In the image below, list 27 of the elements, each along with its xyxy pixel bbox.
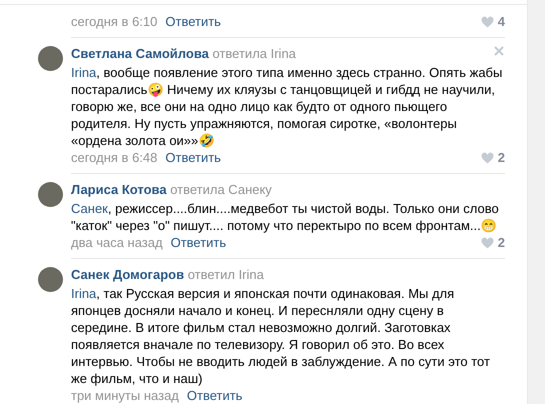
avatar-photo[interactable]	[38, 267, 63, 292]
heart-icon[interactable]	[480, 152, 494, 164]
reply-note: ответила Irina	[212, 46, 296, 61]
reply-link[interactable]: Ответить	[186, 387, 242, 404]
heart-icon[interactable]	[480, 237, 494, 249]
heart-icon[interactable]	[480, 16, 494, 28]
author-name[interactable]: Лариса Котова	[71, 182, 167, 197]
scrollbar[interactable]	[527, 0, 545, 404]
like-count: 4	[498, 13, 505, 31]
comment-text: Санек, режиссер....блин....медвебот ты чистой воды. Только они слово "каток" через "о" пишут.... потому что перектыро по всем фронтам...😁	[71, 200, 500, 234]
author-name[interactable]: Санек Домогаров	[71, 267, 184, 282]
like-count: 2	[498, 149, 505, 167]
like-count: 2	[498, 234, 505, 252]
close-icon[interactable]	[493, 45, 505, 57]
reply-link[interactable]: Ответить	[165, 13, 221, 31]
avatar-photo[interactable]	[38, 182, 63, 207]
avatar-photo[interactable]	[38, 46, 63, 71]
reply-note: ответила Санеку	[170, 182, 272, 197]
mention-link[interactable]: Санек	[71, 201, 108, 216]
comment-text: Irina, так Русская версия и японская почти одинаковая. Мы для японцев досняли начало и конец. И переснляли одну сцену в середине. В итоге фильм стал невозможно долгий. Заготовках появляется вначале по телевизору. Я говорил об это. Во всех интервью. Чтобы не вводить людей в заблуждение. А по сути это тот же фильм, что и наш)	[71, 285, 491, 387]
mention-link[interactable]: Irina	[71, 65, 96, 80]
reply-link[interactable]: Ответить	[165, 149, 221, 167]
author-name[interactable]: Светлана Самойлова	[71, 46, 209, 61]
comment-text: Irina, вообще появление этого типа именно здесь странно. Опять жабы постарались🤪 Ничему их кляузы с танцовщицей и гибдд не научили, говорю же, все они на одно лицо как будто от одного пьющего родителя. Ну пусть упражняются, помогая сиротке, «волонтеры «ордена золота ои»»🤣	[71, 64, 504, 149]
reply-note: ответил Irina	[188, 267, 264, 282]
mention-link[interactable]: Irina	[71, 286, 96, 301]
reply-link[interactable]: Ответить	[170, 234, 226, 252]
